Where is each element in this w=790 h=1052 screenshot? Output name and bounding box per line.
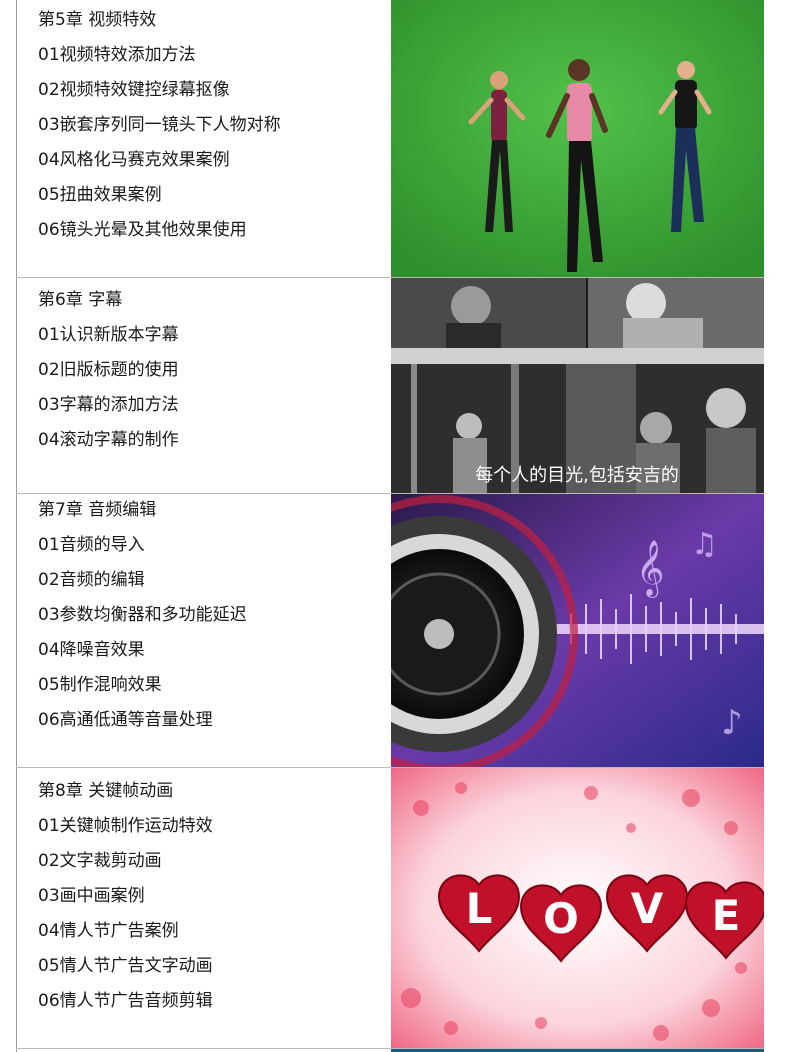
- lesson-item[interactable]: 03参数均衡器和多功能延迟: [38, 605, 247, 625]
- subtitle-caption: 每个人的目光,包括安吉的: [475, 465, 679, 486]
- love-letter-l: L: [466, 884, 493, 933]
- lesson-item[interactable]: 05情人节广告文字动画: [38, 956, 213, 976]
- chapter-7-title: 第7章 音频编辑: [38, 500, 157, 520]
- audio-speaker-image: 𝄞 ♫ ♪: [391, 494, 764, 767]
- lesson-item[interactable]: 04风格化马赛克效果案例: [38, 150, 230, 170]
- chapter-6-block: 第6章 字幕 01认识新版本字幕 02旧版标题的使用 03字幕的添加方法 04滚…: [16, 278, 391, 493]
- chapter-8-block: 第8章 关键帧动画 01关键帧制作运动特效 02文字裁剪动画 03画中画案例 0…: [16, 768, 391, 1048]
- chapter-5-title: 第5章 视频特效: [38, 10, 157, 30]
- love-letter-e: E: [712, 891, 741, 940]
- lesson-item[interactable]: 02音频的编辑: [38, 570, 145, 590]
- chapter-8-title: 第8章 关键帧动画: [38, 781, 174, 801]
- lesson-item[interactable]: 04降噪音效果: [38, 640, 145, 660]
- lesson-item[interactable]: 05制作混响效果: [38, 675, 162, 695]
- lesson-item[interactable]: 02视频特效键控绿幕抠像: [38, 80, 230, 100]
- love-letter-o: O: [543, 894, 579, 943]
- lesson-item[interactable]: 03字幕的添加方法: [38, 395, 179, 415]
- music-note-icon: ♫: [691, 527, 718, 562]
- greenscreen-dancers-image: [391, 0, 764, 277]
- subtitle-film-still-image: 每个人的目光,包括安吉的: [391, 278, 764, 493]
- chapter-5-block: 第5章 视频特效 01视频特效添加方法 02视频特效键控绿幕抠像 03嵌套序列同…: [16, 0, 391, 277]
- lesson-item[interactable]: 01音频的导入: [38, 535, 145, 555]
- lesson-item[interactable]: 03嵌套序列同一镜头下人物对称: [38, 115, 281, 135]
- lesson-item[interactable]: 05扭曲效果案例: [38, 185, 162, 205]
- lesson-item[interactable]: 06镜头光晕及其他效果使用: [38, 220, 247, 240]
- love-letter-v: V: [631, 884, 664, 933]
- love-hearts-image: L O V E: [391, 768, 764, 1048]
- lesson-item[interactable]: 02旧版标题的使用: [38, 360, 179, 380]
- music-note-icon: ♪: [721, 703, 743, 743]
- chapter-7-block: 第7章 音频编辑 01音频的导入 02音频的编辑 03参数均衡器和多功能延迟 0…: [16, 494, 391, 767]
- lesson-item[interactable]: 01关键帧制作运动特效: [38, 816, 213, 836]
- lesson-item[interactable]: 06高通低通等音量处理: [38, 710, 213, 730]
- lesson-item[interactable]: 06情人节广告音频剪辑: [38, 991, 213, 1011]
- lesson-item[interactable]: 01认识新版本字幕: [38, 325, 179, 345]
- treble-clef-icon: 𝄞: [636, 540, 664, 598]
- chapter-6-title: 第6章 字幕: [38, 290, 123, 310]
- lesson-item[interactable]: 04滚动字幕的制作: [38, 430, 179, 450]
- lesson-item[interactable]: 03画中画案例: [38, 886, 145, 906]
- lesson-item[interactable]: 04情人节广告案例: [38, 921, 179, 941]
- lesson-item[interactable]: 02文字裁剪动画: [38, 851, 162, 871]
- lesson-item[interactable]: 01视频特效添加方法: [38, 45, 196, 65]
